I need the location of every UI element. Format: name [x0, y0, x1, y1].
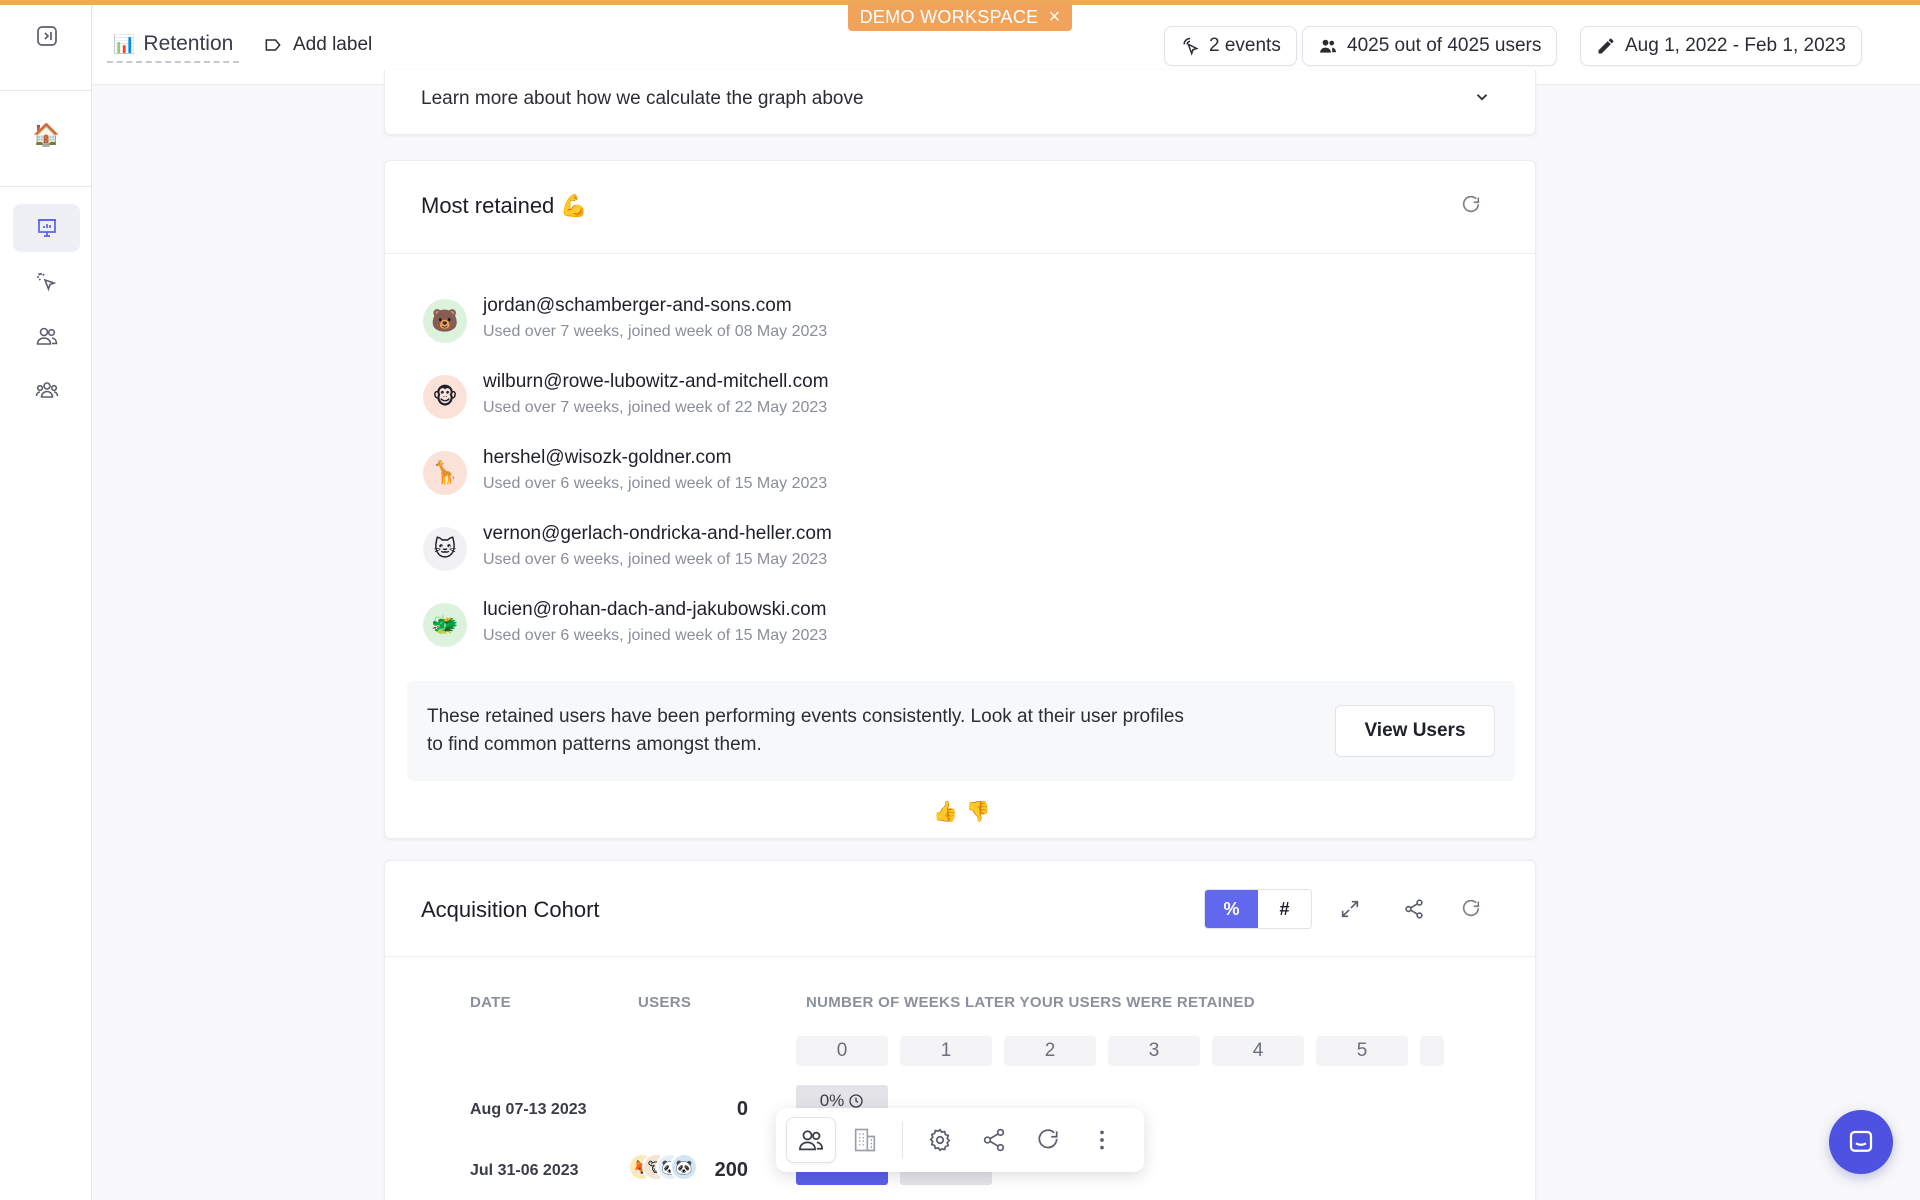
refresh-icon[interactable]	[1455, 893, 1487, 925]
list-item[interactable]: 🐱 vernon@gerlach-ondricka-and-heller.com…	[423, 523, 1323, 575]
avatar: 🐵	[423, 375, 467, 419]
chevron-down-icon[interactable]	[1473, 88, 1491, 111]
home-icon[interactable]: 🏠	[13, 111, 80, 159]
list-item[interactable]: 🦒 hershel@wisozk-goldner.com Used over 6…	[423, 447, 1323, 499]
sidebar-divider	[0, 186, 92, 187]
user-email: hershel@wisozk-goldner.com	[483, 447, 732, 468]
column-header-date: DATE	[470, 994, 511, 1011]
users-icon	[36, 327, 57, 345]
pencil-icon	[1598, 38, 1614, 54]
learn-more-text: Learn more about how we calculate the gr…	[421, 88, 864, 109]
left-sidebar: 🏠	[0, 0, 92, 1200]
add-label-text: Add label	[293, 34, 373, 55]
feedback-buttons: 👍 👎	[933, 799, 991, 824]
floating-toolbar	[776, 1108, 1144, 1172]
column-header-weeks: NUMBER OF WEEKS LATER YOUR USERS WERE RE…	[806, 994, 1255, 1011]
week-header: 0	[796, 1036, 888, 1066]
view-users-button[interactable]: View Users	[1335, 705, 1495, 757]
demo-workspace-banner: DEMO WORKSPACE ×	[848, 3, 1072, 31]
add-label-button[interactable]: Add label	[263, 27, 372, 63]
avatar: 🦒	[423, 451, 467, 495]
share-icon[interactable]	[969, 1117, 1019, 1163]
users-pill-text: 4025 out of 4025 users	[1347, 35, 1542, 56]
row-users: 0	[736, 1098, 748, 1120]
users-icon	[1320, 39, 1336, 53]
sidebar-item-users[interactable]	[13, 312, 80, 360]
building-icon[interactable]	[840, 1117, 890, 1163]
more-icon[interactable]	[1077, 1117, 1127, 1163]
avatar: 🐼	[670, 1153, 698, 1181]
row-date: Aug 07-13 2023	[470, 1101, 587, 1118]
user-email: vernon@gerlach-ondricka-and-heller.com	[483, 523, 832, 544]
thumbs-down-icon[interactable]: 👎	[966, 799, 991, 824]
chat-icon	[1849, 1130, 1873, 1152]
week-header: 5	[1316, 1036, 1408, 1066]
percent-number-toggle: % #	[1204, 889, 1312, 929]
sidebar-item-events[interactable]	[13, 258, 80, 306]
user-detail: Used over 6 weeks, joined week of 15 May…	[483, 627, 828, 644]
user-detail: Used over 7 weeks, joined week of 22 May…	[483, 399, 828, 416]
card-divider	[385, 253, 1535, 254]
demo-banner-label: DEMO WORKSPACE	[859, 6, 1039, 27]
list-item[interactable]: 🐵 wilburn@rowe-lubowitz-and-mitchell.com…	[423, 371, 1323, 423]
date-pill-text: Aug 1, 2022 - Feb 1, 2023	[1625, 35, 1846, 56]
user-detail: Used over 7 weeks, joined week of 08 May…	[483, 323, 828, 340]
most-retained-card: Most retained 💪 🐻 jordan@schamberger-and…	[384, 160, 1536, 839]
row-date: Jul 31-06 2023	[470, 1162, 579, 1179]
expand-icon[interactable]	[1334, 893, 1366, 925]
date-range-pill[interactable]: Aug 1, 2022 - Feb 1, 2023	[1580, 26, 1862, 66]
report-title-text: Retention	[143, 32, 234, 55]
toggle-percent[interactable]: %	[1205, 890, 1258, 928]
toolbar-divider	[902, 1122, 903, 1158]
events-filter-pill[interactable]: 2 events	[1164, 26, 1297, 66]
list-item[interactable]: 🐲 lucien@rohan-dach-and-jakubowski.com U…	[423, 599, 1323, 651]
user-detail: Used over 6 weeks, joined week of 15 May…	[483, 475, 828, 492]
user-email: wilburn@rowe-lubowitz-and-mitchell.com	[483, 371, 829, 392]
learn-more-accordion[interactable]: Learn more about how we calculate the gr…	[384, 70, 1536, 135]
events-pill-text: 2 events	[1209, 35, 1281, 56]
close-icon[interactable]: ×	[1048, 7, 1060, 27]
retention-insight: These retained users have been performin…	[407, 681, 1515, 781]
user-detail: Used over 6 weeks, joined week of 15 May…	[483, 551, 828, 568]
cursor-click-icon	[36, 272, 56, 292]
avatar: 🐻	[423, 299, 467, 343]
chat-launcher-button[interactable]	[1829, 1110, 1893, 1174]
most-retained-title: Most retained 💪	[421, 193, 588, 218]
week-header: 2	[1004, 1036, 1096, 1066]
week-header: 1	[900, 1036, 992, 1066]
users-filter-pill[interactable]: 4025 out of 4025 users	[1302, 26, 1558, 66]
gear-icon[interactable]	[915, 1117, 965, 1163]
user-email: jordan@schamberger-and-sons.com	[483, 295, 792, 316]
sidebar-divider	[0, 90, 92, 91]
share-icon[interactable]	[1398, 893, 1430, 925]
sidebar-item-reports[interactable]	[13, 204, 80, 252]
users-icon[interactable]	[786, 1117, 836, 1163]
chart-emoji-icon: 📊	[113, 33, 136, 54]
refresh-icon[interactable]	[1023, 1117, 1073, 1163]
avatar: 🐲	[423, 603, 467, 647]
list-item[interactable]: 🐻 jordan@schamberger-and-sons.com Used o…	[423, 295, 1323, 347]
cursor-click-icon	[1183, 37, 1199, 56]
thumbs-up-icon[interactable]: 👍	[933, 799, 958, 824]
presentation-chart-icon	[37, 219, 56, 237]
insight-text: These retained users have been performin…	[427, 706, 1184, 755]
row-users: 200	[714, 1159, 748, 1181]
avatar: 🐱	[423, 527, 467, 571]
column-header-users: USERS	[638, 994, 692, 1011]
toggle-number[interactable]: #	[1258, 890, 1311, 928]
week-header-partial	[1420, 1036, 1444, 1066]
refresh-icon[interactable]	[1455, 189, 1487, 221]
user-email: lucien@rohan-dach-and-jakubowski.com	[483, 599, 827, 620]
report-title[interactable]: 📊 Retention	[107, 27, 240, 63]
clock-icon	[849, 1094, 863, 1108]
panel-toggle-icon[interactable]	[13, 12, 80, 60]
cohort-title: Acquisition Cohort	[421, 897, 600, 922]
tag-icon	[265, 39, 281, 51]
week-header: 3	[1108, 1036, 1200, 1066]
card-divider	[385, 956, 1535, 957]
sidebar-item-groups[interactable]	[13, 366, 80, 414]
week-header: 4	[1212, 1036, 1304, 1066]
user-group-icon	[35, 382, 58, 398]
